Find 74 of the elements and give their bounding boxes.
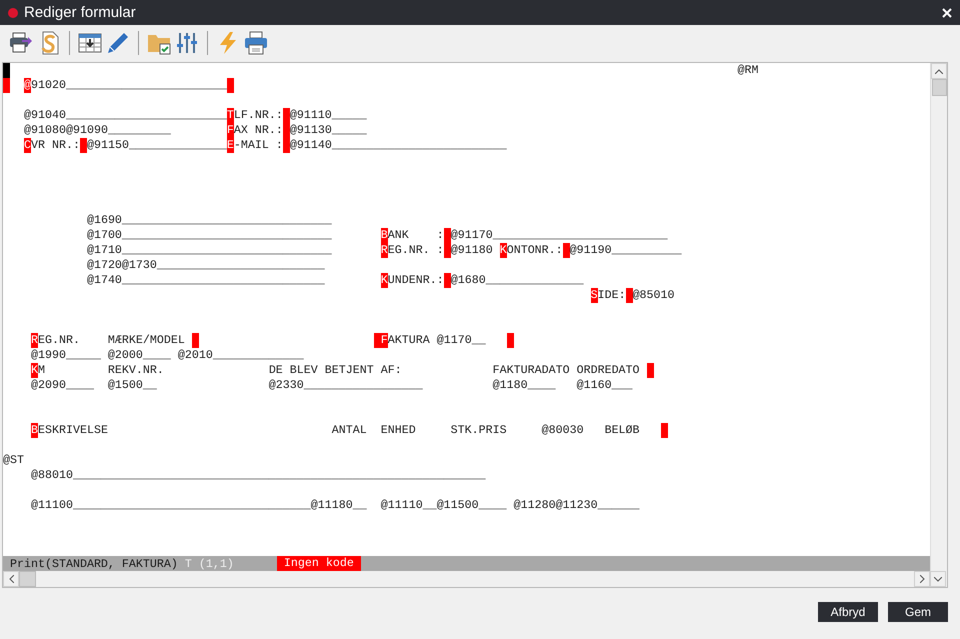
code-text: EG.NR. : xyxy=(388,243,444,258)
code-text: @1720@1730________________________ xyxy=(86,258,325,273)
code-text: @91130_____ xyxy=(290,123,367,138)
marker-block xyxy=(626,288,633,303)
highlighted-char: K xyxy=(30,363,38,378)
code-text: EG.NR. MÆRKE/MODEL xyxy=(38,333,185,348)
print-transfer-icon[interactable] xyxy=(9,31,33,55)
code-text: VR NR.: xyxy=(31,138,80,153)
code-text: @1740_____________________________ xyxy=(86,273,325,288)
code-text: -MAIL : xyxy=(234,138,283,153)
code-text: @1990_____ @2000____ @2010_____________ xyxy=(30,348,304,363)
code-text: @11100__________________________________@11180__ @11110__@11500____ @11280@11230______ xyxy=(30,498,640,513)
printer-icon[interactable] xyxy=(244,31,268,55)
code-text: @ST xyxy=(3,453,24,468)
code-text: @RM xyxy=(737,63,758,78)
code-text: @1700______________________________ xyxy=(86,228,332,243)
code-text: @2090____ @1500__ @2330_________________ @1180____ @1160___ xyxy=(30,378,633,393)
code-text: @91180 xyxy=(450,243,493,258)
code-text: M REKV.NR. DE BLEV BETJENT AF: FAKTURADATO ORDREDATO xyxy=(38,363,640,378)
window-title: Rediger formular xyxy=(24,4,136,21)
highlighted-char: K xyxy=(500,243,507,258)
cursor-position: T (1,1) xyxy=(184,556,234,570)
code-text: @91040_______________________ xyxy=(24,108,227,123)
table-import-icon[interactable] xyxy=(78,31,102,55)
highlighted-char: C xyxy=(24,138,31,153)
marker-block xyxy=(646,363,654,378)
code-text: LF.NR.: xyxy=(234,108,283,123)
code-text: @91080@91090_________ xyxy=(24,123,171,138)
marker-block xyxy=(80,138,87,153)
sliders-icon[interactable] xyxy=(175,31,199,55)
highlighted-char: B xyxy=(30,423,38,438)
close-icon[interactable] xyxy=(942,8,952,18)
code-text: @91140_________________________ xyxy=(290,138,507,153)
form-editor[interactable] xyxy=(3,63,930,556)
code-text: ESKRIVELSE ANTAL ENHED STK.PRIS @80030 BELØB xyxy=(38,423,640,438)
highlighted-char: B xyxy=(380,228,388,243)
code-text: @1690______________________________ xyxy=(86,213,332,228)
marker-block xyxy=(506,333,514,348)
marker-block xyxy=(660,423,668,438)
highlighted-char: K xyxy=(380,273,388,288)
marker-block xyxy=(226,78,234,93)
code-text: @88010___________________________________________________________ xyxy=(30,468,486,483)
code-text: IDE: xyxy=(598,288,626,303)
highlighted-char: @ xyxy=(24,78,31,93)
vertical-scrollbar[interactable] xyxy=(930,63,947,571)
code-text: ONTONR.: xyxy=(506,243,563,258)
marker-block xyxy=(3,78,10,93)
code-text: @1710______________________________ xyxy=(86,243,332,258)
highlighted-char: T xyxy=(226,108,234,123)
highlighted-char: S xyxy=(590,288,598,303)
code-text: @91170_________________________ xyxy=(450,228,668,243)
scroll-thumb[interactable] xyxy=(932,79,946,96)
highlighted-char: R xyxy=(380,243,388,258)
app-icon xyxy=(8,8,18,18)
scroll-thumb[interactable] xyxy=(19,571,36,587)
horizontal-scrollbar[interactable] xyxy=(3,571,930,587)
highlighted-char: R xyxy=(30,333,38,348)
code-text: @91110_____ xyxy=(290,108,367,123)
code-text: 91020_______________________ xyxy=(31,78,227,93)
marker-block xyxy=(444,273,451,288)
text-cursor xyxy=(3,63,10,78)
code-text: AX NR.: xyxy=(234,123,283,138)
code-text: @1680______________ xyxy=(450,273,584,288)
marker-block xyxy=(562,243,570,258)
code-text: @91150______________ xyxy=(86,138,227,153)
marker-block xyxy=(192,333,199,348)
code-text: UNDENR.: xyxy=(388,273,444,288)
save-button[interactable]: Gem xyxy=(888,602,948,622)
status-badge: Ingen kode xyxy=(276,556,361,571)
highlighted-char: F xyxy=(226,123,234,138)
cancel-button[interactable]: Afbryd xyxy=(818,602,878,622)
status-command: Print(STANDARD, FAKTURA) xyxy=(10,556,178,570)
highlighted-char: E xyxy=(226,138,234,153)
pencil-icon[interactable] xyxy=(106,31,130,55)
